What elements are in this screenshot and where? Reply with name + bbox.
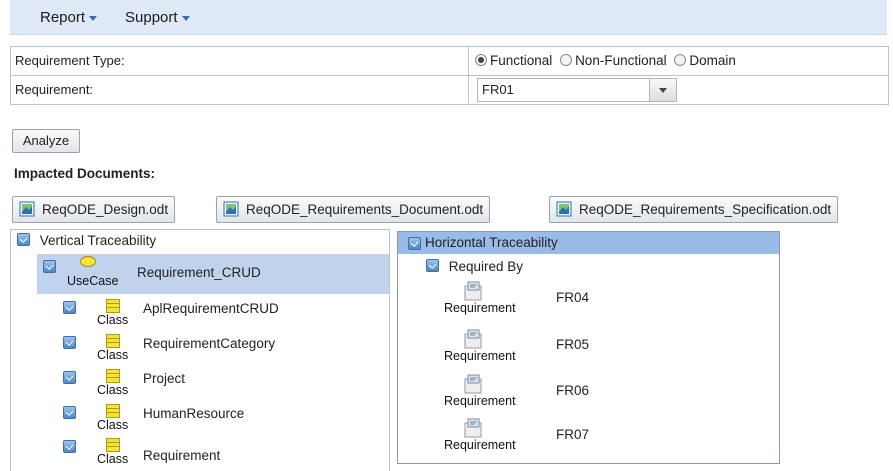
- radio-functional-label: Functional: [490, 53, 553, 68]
- expand-toggle-icon[interactable]: [63, 301, 76, 314]
- radio-domain-label: Domain: [689, 53, 736, 68]
- usecase-icon: [80, 256, 96, 267]
- class-icon: [106, 299, 120, 313]
- requirement-type-caption: Requirement: [444, 349, 516, 363]
- menu-support[interactable]: Support: [125, 9, 190, 26]
- menu-bar: Report Support: [10, 0, 887, 35]
- requirement-form: Requirement Type: Functional Non-Functio…: [10, 46, 889, 105]
- requirement-icon: [464, 329, 482, 349]
- requirement-type-caption: Requirement: [444, 301, 516, 315]
- menu-report[interactable]: Report: [40, 9, 98, 26]
- class-name: Requirement: [143, 448, 221, 463]
- horizontal-traceability-header[interactable]: Horizontal Traceability: [398, 232, 779, 254]
- requirement-node-fr04[interactable]: Requirement FR04: [444, 280, 644, 320]
- requirement-row: Requirement: FR01: [11, 76, 888, 104]
- radio-icon[interactable]: [475, 54, 487, 66]
- menu-report-label: Report: [40, 9, 86, 26]
- requirement-name: FR05: [556, 337, 590, 352]
- requirement-type-radios: Functional Non-Functional Domain: [469, 47, 736, 75]
- vertical-traceability-header[interactable]: Vertical Traceability: [17, 230, 156, 252]
- document-label: ReqODE_Design.odt: [42, 202, 169, 217]
- requirement-icon: [464, 374, 482, 394]
- class-name: Project: [143, 371, 186, 386]
- class-type-caption: Class: [97, 418, 129, 432]
- caret-down-icon: [89, 15, 98, 21]
- class-icon: [106, 404, 120, 418]
- requirement-name: FR07: [556, 427, 590, 442]
- class-node-project[interactable]: Class Project: [63, 368, 363, 402]
- expand-toggle-icon[interactable]: [63, 336, 76, 349]
- class-node-aplrequirementcrud[interactable]: Class AplRequirementCRUD: [63, 298, 363, 332]
- requirement-name: FR06: [556, 383, 590, 398]
- requirement-type-row: Requirement Type: Functional Non-Functio…: [11, 47, 888, 76]
- requirement-node-fr05[interactable]: Requirement FR05: [444, 328, 644, 368]
- requirement-node-fr07[interactable]: Requirement FR07: [444, 417, 644, 457]
- requirement-name: FR04: [556, 290, 590, 305]
- expand-toggle-icon[interactable]: [63, 440, 76, 453]
- required-by-node[interactable]: Required By: [426, 256, 523, 278]
- expand-toggle-icon[interactable]: [43, 260, 56, 273]
- class-icon: [106, 438, 120, 452]
- expand-toggle-icon[interactable]: [17, 233, 30, 246]
- class-icon: [106, 334, 120, 348]
- requirement-label: Requirement:: [11, 76, 469, 104]
- usecase-type-caption: UseCase: [67, 274, 119, 288]
- class-type-caption: Class: [97, 383, 129, 397]
- class-node-requirement[interactable]: Class Requirement: [63, 437, 363, 471]
- class-type-caption: Class: [97, 452, 129, 466]
- document-icon: [19, 201, 35, 217]
- radio-icon[interactable]: [674, 54, 687, 66]
- document-button-design[interactable]: ReqODE_Design.odt: [12, 196, 176, 223]
- vertical-traceability-panel: Vertical Traceability UseCase Requiremen…: [10, 229, 390, 471]
- menu-support-label: Support: [125, 9, 178, 26]
- analyze-button[interactable]: Analyze: [12, 129, 80, 153]
- class-icon: [106, 369, 120, 383]
- expand-toggle-icon[interactable]: [63, 406, 76, 419]
- document-icon: [556, 201, 572, 217]
- radio-functional[interactable]: Functional: [475, 53, 552, 68]
- radio-non-functional[interactable]: Non-Functional: [560, 53, 667, 68]
- requirement-icon: [464, 418, 482, 438]
- usecase-name: Requirement_CRUD: [137, 265, 261, 280]
- document-label: ReqODE_Requirements_Specification.odt: [579, 202, 832, 217]
- vertical-traceability-title: Vertical Traceability: [39, 233, 157, 248]
- radio-domain[interactable]: Domain: [674, 53, 736, 68]
- radio-icon[interactable]: [560, 54, 573, 66]
- radio-non-functional-label: Non-Functional: [575, 53, 667, 68]
- document-label: ReqODE_Requirements_Document.odt: [246, 202, 484, 217]
- requirement-type-caption: Requirement: [444, 438, 516, 452]
- requirement-icon: [464, 281, 482, 301]
- class-name: HumanResource: [143, 406, 245, 421]
- class-type-caption: Class: [97, 348, 129, 362]
- requirement-type-caption: Requirement: [444, 394, 516, 408]
- class-node-humanresource[interactable]: Class HumanResource: [63, 403, 363, 437]
- dropdown-arrow-icon[interactable]: [649, 79, 676, 101]
- required-by-label: Required By: [448, 259, 524, 274]
- requirement-node-fr06[interactable]: Requirement FR06: [444, 373, 644, 413]
- document-button-requirements-document[interactable]: ReqODE_Requirements_Document.odt: [216, 196, 491, 223]
- class-name: AplRequirementCRUD: [143, 301, 279, 316]
- document-button-requirements-specification[interactable]: ReqODE_Requirements_Specification.odt: [549, 196, 839, 223]
- requirement-select-value: FR01: [482, 82, 514, 97]
- requirement-select[interactable]: FR01: [477, 78, 677, 102]
- class-name: RequirementCategory: [143, 336, 276, 351]
- horizontal-traceability-panel: Horizontal Traceability Required By Requ…: [397, 231, 780, 464]
- class-type-caption: Class: [97, 313, 129, 327]
- class-node-requirementcategory[interactable]: Class RequirementCategory: [63, 333, 363, 367]
- horizontal-traceability-title: Horizontal Traceability: [425, 235, 558, 250]
- requirement-type-label: Requirement Type:: [11, 47, 469, 75]
- caret-down-icon: [181, 15, 190, 21]
- document-icon: [223, 201, 239, 217]
- usecase-node-requirement-crud[interactable]: UseCase Requirement_CRUD: [37, 254, 389, 294]
- expand-toggle-icon[interactable]: [408, 237, 421, 250]
- expand-toggle-icon[interactable]: [63, 371, 76, 384]
- expand-toggle-icon[interactable]: [426, 259, 439, 272]
- impacted-documents-title: Impacted Documents:: [14, 166, 156, 181]
